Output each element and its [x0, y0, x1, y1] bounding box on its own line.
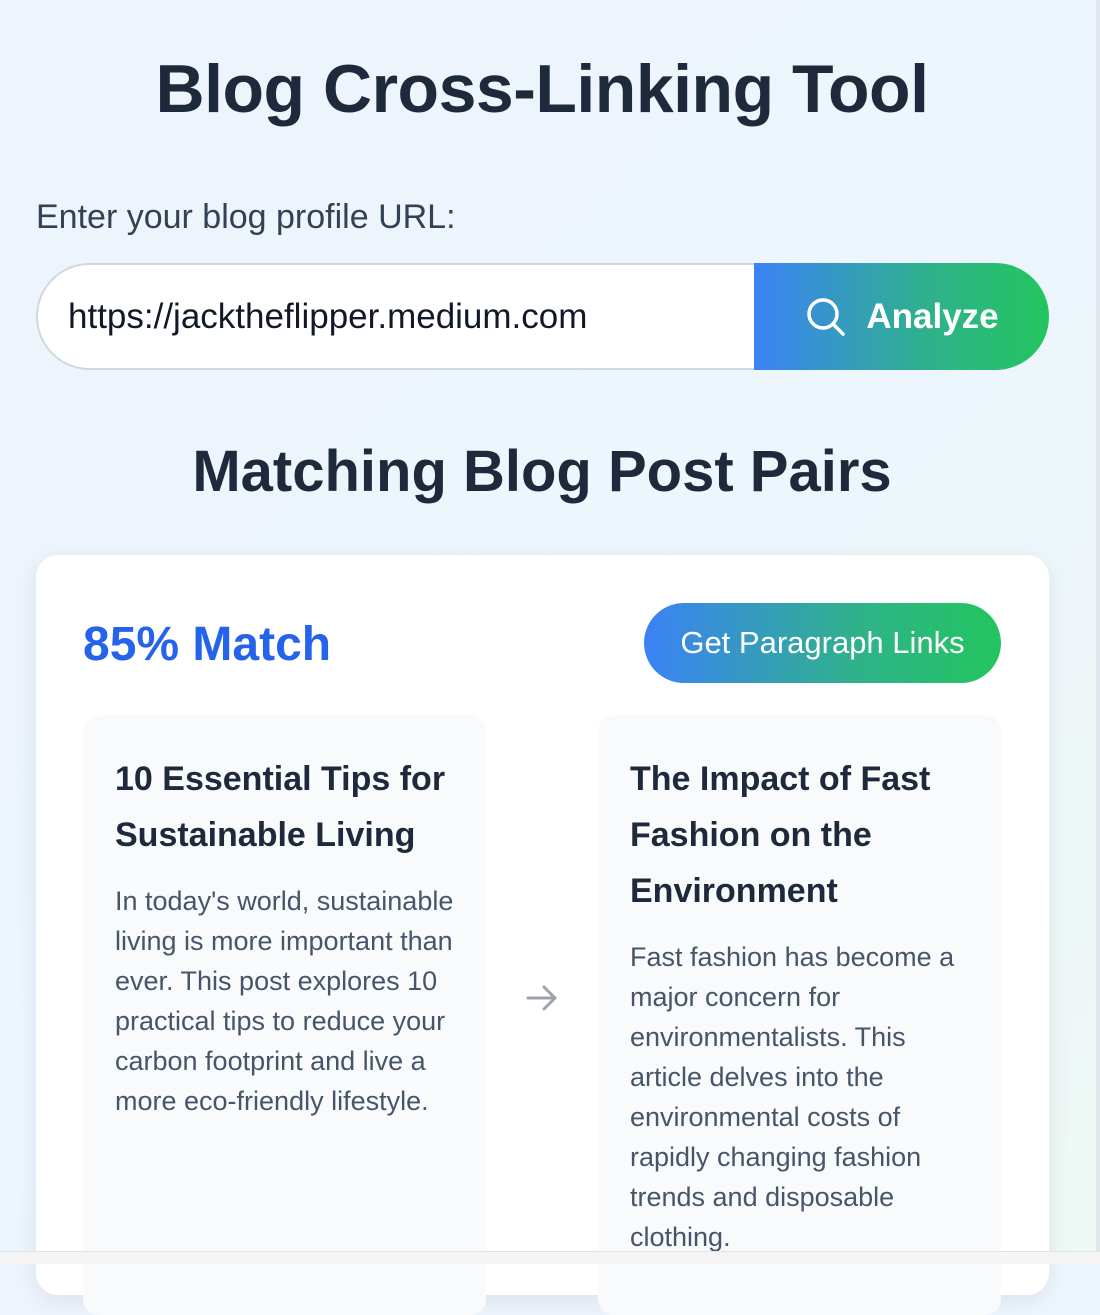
search-icon — [804, 295, 848, 339]
match-score: 85% Match — [83, 618, 332, 671]
arrow-right-icon — [523, 979, 561, 1017]
window-bottom-edge — [0, 1251, 1100, 1264]
target-post-excerpt: Fast fashion has become a major concern … — [630, 942, 955, 1252]
analyze-button-label: Analyze — [866, 296, 999, 336]
app-title: Blog Cross-Linking Tool — [155, 51, 929, 127]
results-section-title: Matching Blog Post Pairs — [192, 439, 892, 504]
source-post-card[interactable]: 10 Essential Tips for Sustainable Living… — [83, 715, 486, 1315]
blog-url-input[interactable] — [36, 263, 756, 370]
target-post-card[interactable]: The Impact of Fast Fashion on the Enviro… — [598, 715, 1001, 1315]
window-right-edge — [1096, 0, 1100, 1264]
analyze-button[interactable]: Analyze — [754, 263, 1049, 370]
target-post-title: The Impact of Fast Fashion on the Enviro… — [630, 760, 931, 910]
get-paragraph-links-button[interactable]: Get Paragraph Links — [644, 603, 1001, 683]
url-field-label: Enter your blog profile URL: — [36, 198, 456, 236]
source-post-excerpt: In today's world, sustainable living is … — [115, 886, 454, 1116]
source-post-title: 10 Essential Tips for Sustainable Living — [115, 760, 446, 854]
match-pair-card: 85% Match Get Paragraph Links 10 Essenti… — [36, 555, 1049, 1315]
